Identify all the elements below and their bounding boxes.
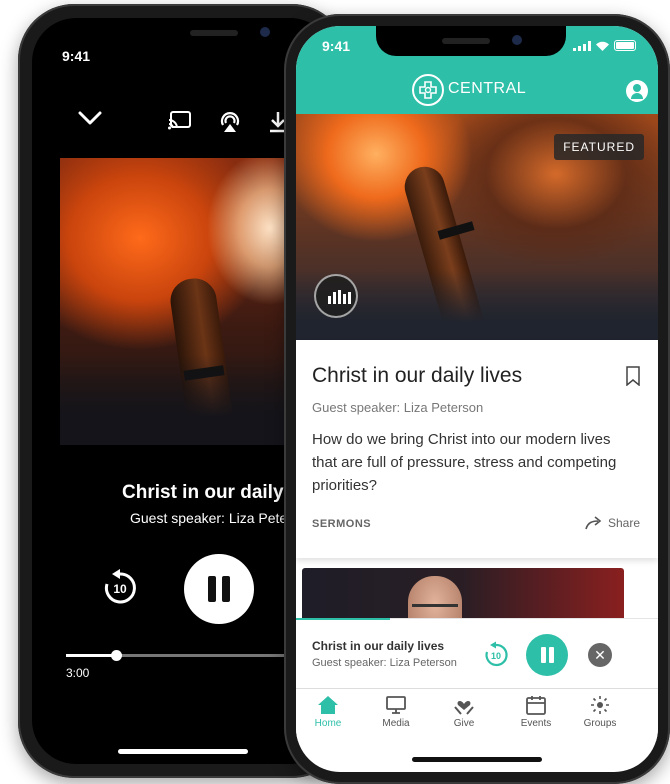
wifi-icon xyxy=(596,41,609,51)
tab-events-label: Events xyxy=(520,718,552,729)
groups-icon xyxy=(591,696,609,714)
status-time: 9:41 xyxy=(62,48,91,64)
progress-knob[interactable] xyxy=(111,650,122,661)
app-name: CENTRAL xyxy=(448,80,527,97)
tab-groups-label: Groups xyxy=(583,718,617,729)
share-icon xyxy=(585,516,602,530)
tab-give[interactable]: Give xyxy=(434,695,494,729)
home-indicator xyxy=(412,757,542,762)
home-indicator xyxy=(118,749,248,754)
mini-skip-label: 10 xyxy=(491,651,501,661)
chevron-down-icon[interactable] xyxy=(78,110,102,131)
card-description: How do we bring Christ into our modern l… xyxy=(312,431,617,494)
share-button[interactable]: Share xyxy=(585,516,640,530)
featured-image[interactable]: FEATURED xyxy=(296,114,658,340)
tab-media[interactable]: Media xyxy=(366,695,426,729)
tab-home-label: Home xyxy=(314,718,342,729)
tab-media-label: Media xyxy=(382,718,410,729)
front-phone-frame: 9:41 CENTRAL FEATURED Christ in our dail… xyxy=(284,14,670,784)
mini-player-progress xyxy=(296,618,391,620)
tab-bar: Home Media Give Events Groups xyxy=(296,688,658,741)
profile-icon[interactable] xyxy=(626,80,648,102)
card-category[interactable]: SERMONS xyxy=(312,518,371,530)
home-icon xyxy=(318,696,338,714)
now-playing-title: Christ in our daily liv xyxy=(122,482,310,503)
notch xyxy=(124,18,302,48)
signal-icon xyxy=(573,40,591,51)
album-artwork xyxy=(60,158,320,445)
tab-groups[interactable]: Groups xyxy=(570,695,630,729)
card-speaker: Guest speaker: Liza Peterson xyxy=(312,400,484,415)
mini-player-speaker: Guest speaker: Liza Peterson xyxy=(312,657,457,669)
status-time: 9:41 xyxy=(322,38,351,54)
tab-events[interactable]: Events xyxy=(506,695,566,729)
mini-skip-back-button[interactable]: 10 xyxy=(482,641,510,669)
now-playing-speaker: Guest speaker: Liza Petersc xyxy=(130,510,306,526)
battery-icon xyxy=(614,40,636,51)
calendar-icon xyxy=(526,696,546,715)
progress-fill xyxy=(66,654,116,657)
card-title: Christ in our daily lives xyxy=(312,364,523,387)
mini-pause-button[interactable] xyxy=(526,634,568,676)
pause-button[interactable] xyxy=(184,554,254,624)
tab-home[interactable]: Home xyxy=(298,695,358,729)
heart-hands-icon xyxy=(454,701,474,715)
bookmark-icon[interactable] xyxy=(626,366,640,387)
app-header: CENTRAL xyxy=(296,66,658,114)
featured-card[interactable]: Christ in our daily lives Guest speaker:… xyxy=(296,340,658,558)
tab-give-label: Give xyxy=(453,718,475,729)
mini-player-title: Christ in our daily lives xyxy=(312,639,445,653)
progress-slider[interactable] xyxy=(66,650,316,661)
share-label: Share xyxy=(607,516,640,530)
skip-back-button[interactable]: 10 xyxy=(100,568,140,608)
skip-back-label: 10 xyxy=(113,582,127,596)
logo-icon xyxy=(412,74,444,106)
notch xyxy=(376,26,566,56)
airplay-icon[interactable] xyxy=(218,110,242,139)
app-screen: 9:41 CENTRAL FEATURED Christ in our dail… xyxy=(296,26,658,772)
close-icon[interactable]: ✕ xyxy=(588,643,612,667)
elapsed-time: 3:00 xyxy=(66,666,90,680)
cast-icon[interactable] xyxy=(168,110,192,135)
mini-player[interactable]: Christ in our daily lives Guest speaker:… xyxy=(296,618,658,689)
audio-icon xyxy=(314,274,358,318)
monitor-icon xyxy=(386,696,406,714)
featured-badge: FEATURED xyxy=(554,134,644,160)
